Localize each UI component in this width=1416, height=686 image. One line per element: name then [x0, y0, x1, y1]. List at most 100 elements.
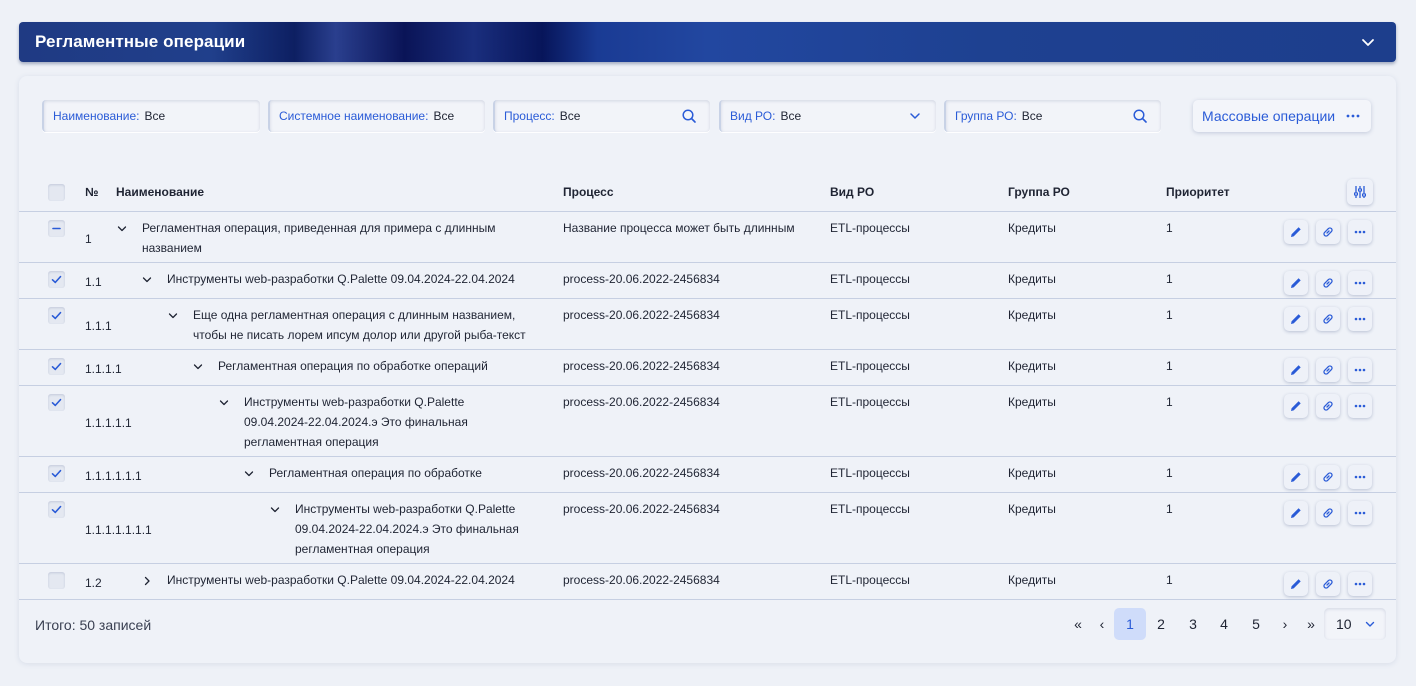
page-5-button[interactable]: 5 [1246, 608, 1266, 640]
chevron-down-icon[interactable] [218, 397, 230, 409]
row-priority: 1 [1166, 502, 1173, 516]
search-icon[interactable] [1132, 108, 1148, 124]
column-priority[interactable]: Приоритет [1166, 185, 1230, 199]
next-page-button[interactable]: › [1275, 608, 1295, 640]
row-name: Инструменты web-разработки Q.Palette 09.0… [295, 499, 519, 559]
page-size-select[interactable]: 10 [1324, 608, 1386, 640]
column-process[interactable]: Процесс [563, 185, 614, 199]
page-3-button[interactable]: 3 [1183, 608, 1203, 640]
chevron-down-icon[interactable] [192, 361, 204, 373]
first-page-button[interactable]: « [1068, 608, 1088, 640]
filter-system-name[interactable]: Системное наименование: Все [268, 100, 485, 132]
row-more-button[interactable] [1348, 465, 1372, 489]
table-row[interactable]: 1.2 Инструменты web-разработки Q.Palette … [19, 564, 1396, 600]
table-footer: Итого: 50 записей « ‹ 1 2 3 4 5 › » 10 [19, 600, 1396, 650]
chevron-down-icon[interactable] [141, 274, 153, 286]
row-more-button[interactable] [1348, 572, 1372, 596]
link-button[interactable] [1316, 394, 1340, 418]
edit-button[interactable] [1284, 465, 1308, 489]
edit-button[interactable] [1284, 394, 1308, 418]
row-name-line: Регламентная операция, приведенная для п… [142, 221, 496, 235]
row-checkbox[interactable] [48, 307, 65, 324]
row-checkbox[interactable] [48, 572, 65, 589]
chevron-down-icon[interactable] [167, 310, 179, 322]
filter-ro-group[interactable]: Группа РО: Все [944, 100, 1161, 132]
row-checkbox[interactable] [48, 358, 65, 375]
row-more-button[interactable] [1348, 394, 1372, 418]
link-button[interactable] [1316, 465, 1340, 489]
page-4-button[interactable]: 4 [1214, 608, 1234, 640]
row-more-button[interactable] [1348, 271, 1372, 295]
page-size-value: 10 [1336, 616, 1352, 632]
table-row[interactable]: 1.1.1.1.1 Инструменты web-разработки Q.Pa… [19, 386, 1396, 457]
mass-operations-button[interactable]: Массовые операции [1193, 100, 1371, 132]
table-row[interactable]: 1.1.1.1.1.1.1 Инструменты web-разработки … [19, 493, 1396, 564]
prev-page-button[interactable]: ‹ [1092, 608, 1112, 640]
row-actions [1284, 307, 1374, 331]
row-number: 1.1.1 [85, 319, 112, 333]
filter-ro-type-value: Все [780, 109, 802, 123]
link-button[interactable] [1316, 271, 1340, 295]
row-more-button[interactable] [1348, 358, 1372, 382]
section-header[interactable]: Регламентные операции [19, 22, 1396, 62]
row-more-button[interactable] [1348, 307, 1372, 331]
edit-button[interactable] [1284, 220, 1308, 244]
chevron-down-icon[interactable] [1360, 34, 1376, 50]
select-all-checkbox[interactable] [48, 184, 65, 201]
link-button[interactable] [1316, 307, 1340, 331]
row-checkbox[interactable] [48, 465, 65, 482]
row-process: Название процесса может быть длинным [563, 221, 795, 235]
link-icon [1323, 227, 1333, 237]
filter-ro-type-label: Вид РО: [730, 109, 776, 123]
row-type: ETL-процессы [830, 221, 910, 235]
column-ro-type[interactable]: Вид РО [830, 185, 874, 199]
chevron-down-icon[interactable] [243, 468, 255, 480]
table-row[interactable]: 1.1.1 Еще одна регламентная операция с дл… [19, 299, 1396, 350]
filter-process[interactable]: Процесс: Все [493, 100, 710, 132]
edit-button[interactable] [1284, 572, 1308, 596]
edit-button[interactable] [1284, 271, 1308, 295]
column-name[interactable]: Наименование [116, 185, 204, 199]
row-group: Кредиты [1008, 221, 1056, 235]
chevron-down-icon[interactable] [116, 223, 128, 235]
pencil-icon [1291, 278, 1301, 288]
column-settings-icon [1354, 186, 1366, 198]
row-checkbox[interactable] [48, 220, 65, 237]
search-icon[interactable] [681, 108, 697, 124]
pencil-icon [1291, 314, 1301, 324]
page-1-button[interactable]: 1 [1114, 608, 1146, 640]
edit-button[interactable] [1284, 307, 1308, 331]
link-button[interactable] [1316, 572, 1340, 596]
row-more-button[interactable] [1348, 220, 1372, 244]
row-checkbox[interactable] [48, 271, 65, 288]
filter-process-value: Все [559, 109, 581, 123]
table-row[interactable]: 1 Регламентная операция, приведенная для … [19, 212, 1396, 263]
last-page-button[interactable]: » [1301, 608, 1321, 640]
link-button[interactable] [1316, 501, 1340, 525]
edit-button[interactable] [1284, 501, 1308, 525]
checkmark-icon [51, 362, 62, 371]
link-button[interactable] [1316, 220, 1340, 244]
row-more-button[interactable] [1348, 501, 1372, 525]
page-2-button[interactable]: 2 [1151, 608, 1171, 640]
column-ro-group[interactable]: Группа РО [1008, 185, 1070, 199]
row-checkbox[interactable] [48, 394, 65, 411]
filter-ro-type[interactable]: Вид РО: Все [719, 100, 936, 132]
row-process: process-20.06.2022-2456834 [563, 308, 720, 322]
row-process: process-20.06.2022-2456834 [563, 359, 720, 373]
pencil-icon [1291, 472, 1301, 482]
edit-button[interactable] [1284, 358, 1308, 382]
filter-name[interactable]: Наименование: Все [42, 100, 260, 132]
chevron-down-icon[interactable] [269, 504, 281, 516]
chevron-right-icon[interactable] [141, 575, 153, 587]
chevron-down-icon[interactable] [907, 108, 923, 124]
column-settings-button[interactable] [1347, 179, 1373, 205]
table-row[interactable]: 1.1 Инструменты web-разработки Q.Palette … [19, 263, 1396, 299]
table-row[interactable]: 1.1.1.1 Регламентная операция по обработк… [19, 350, 1396, 386]
row-process: process-20.06.2022-2456834 [563, 272, 720, 286]
row-name: Регламентная операция по обработке [269, 463, 482, 483]
table-row[interactable]: 1.1.1.1.1.1 Регламентная операция по обра… [19, 457, 1396, 493]
row-checkbox[interactable] [48, 501, 65, 518]
link-button[interactable] [1316, 358, 1340, 382]
link-icon [1323, 472, 1333, 482]
